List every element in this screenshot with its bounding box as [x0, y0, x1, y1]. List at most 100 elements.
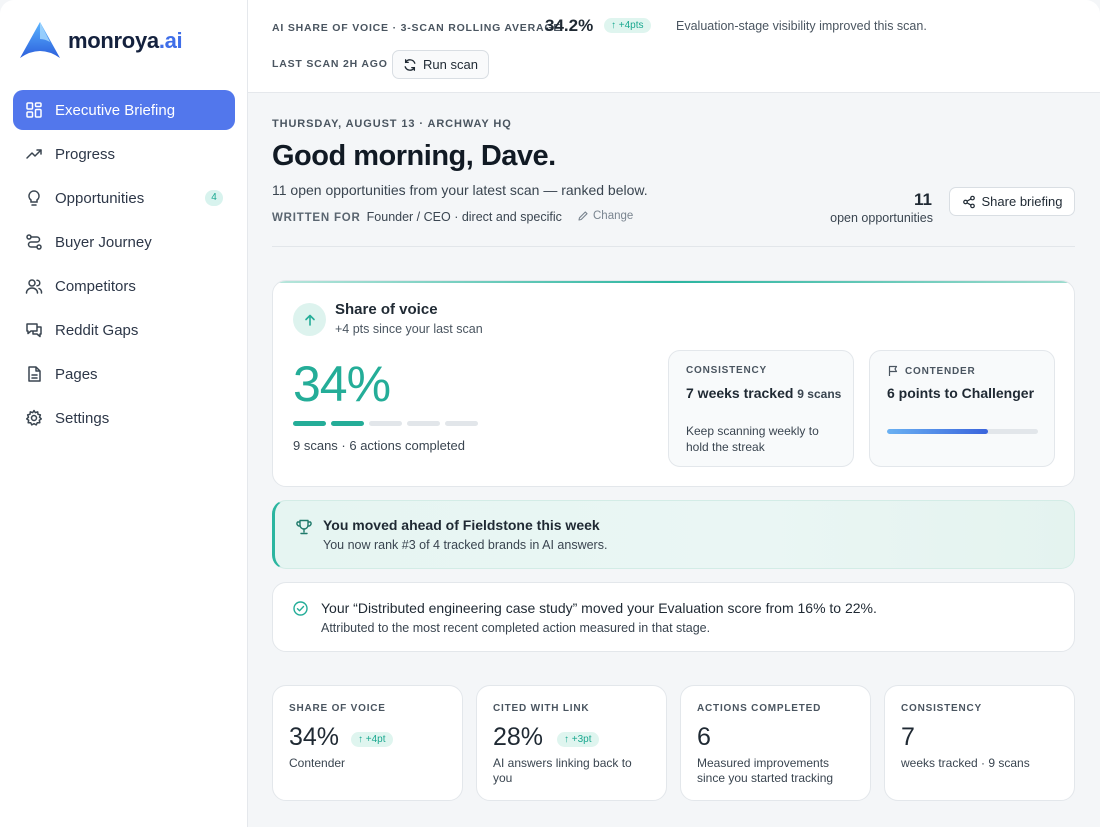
- users-icon: [25, 277, 43, 295]
- written-for-line: WRITTEN FOR Founder / CEO · direct and sp…: [272, 210, 562, 224]
- page-title: Good morning, Dave.: [272, 140, 556, 172]
- attribution-title: Your “Distributed engineering case study…: [321, 600, 877, 616]
- contender-progress-bar: [887, 429, 1038, 434]
- sov-segment: [407, 421, 440, 426]
- stat-delta-badge: ↑ +3pt: [557, 732, 599, 747]
- stat-label: SHARE OF VOICE: [289, 703, 386, 714]
- consistency-note: Keep scanning weekly to hold the streak: [686, 424, 819, 454]
- sidebar-nav: Executive Briefing Progress Opportunitie…: [13, 90, 235, 442]
- sidebar-item-reddit-gaps[interactable]: Reddit Gaps: [13, 310, 235, 350]
- sidebar-item-label: Buyer Journey: [55, 233, 152, 251]
- arrow-up-icon: ↑: [358, 734, 363, 745]
- sidebar-item-opportunities[interactable]: Opportunities 4: [13, 178, 235, 218]
- sidebar-item-label: Progress: [55, 145, 116, 163]
- refresh-icon: [404, 58, 416, 71]
- stat-card-share-of-voice: SHARE OF VOICE 34% ↑ +4pt Contender: [272, 685, 463, 801]
- stat-description: Measured improvements since you started …: [697, 756, 834, 785]
- trend-up-icon: [25, 145, 43, 163]
- brand-name: monroya.ai: [68, 28, 183, 53]
- header-divider: [272, 246, 1075, 247]
- stat-value: 28%: [493, 723, 544, 751]
- card-accent-line: [273, 281, 1074, 283]
- change-audience-link[interactable]: Change: [577, 210, 633, 222]
- sidebar-item-pages[interactable]: Pages: [13, 354, 235, 394]
- pencil-icon: [578, 211, 588, 221]
- arrow-up-icon: [293, 303, 326, 336]
- topbar: AI SHARE OF VOICE · 3-SCAN ROLLING AVERA…: [248, 0, 1100, 93]
- sidebar-item-label: Competitors: [55, 277, 136, 295]
- ranking-update-subtitle: You now rank #3 of 4 tracked brands in A…: [323, 538, 608, 552]
- stat-label: CITED WITH LINK: [493, 703, 590, 714]
- stat-description: AI answers linking back to you: [493, 756, 632, 785]
- ranking-update-card: You moved ahead of Fieldstone this week …: [272, 500, 1075, 569]
- stat-value: 34%: [289, 723, 340, 751]
- sov-segment: [369, 421, 402, 426]
- contender-label: CONTENDER: [887, 365, 976, 377]
- sidebar-item-label: Pages: [55, 365, 98, 383]
- sov-meta: 9 scans · 6 actions completed: [293, 438, 465, 453]
- page-icon: [25, 365, 43, 383]
- sov-big-value: 34%: [293, 356, 391, 412]
- lightbulb-icon: [25, 189, 43, 207]
- topbar-note: Evaluation-stage visibility improved thi…: [676, 19, 927, 33]
- sidebar-item-settings[interactable]: Settings: [13, 398, 235, 438]
- sidebar-item-competitors[interactable]: Competitors: [13, 266, 235, 306]
- stat-value: 6: [697, 723, 711, 751]
- last-scan-label: LAST SCAN 2H AGO: [272, 58, 388, 70]
- logo-mark-icon: [20, 22, 60, 58]
- sidebar: monroya.ai Executive Briefing Progress O…: [0, 0, 248, 827]
- date-location-line: THURSDAY, AUGUST 13 · ARCHWAY HQ: [272, 118, 512, 130]
- share-of-voice-card: Share of voice +4 pts since your last sc…: [272, 280, 1075, 487]
- sov-segment: [331, 421, 364, 426]
- sov-segment: [293, 421, 326, 426]
- stat-value: 7: [901, 723, 915, 751]
- audience-value: Founder / CEO · direct and specific: [366, 210, 562, 224]
- stat-card-cited-with-link: CITED WITH LINK 28% ↑ +3pt AI answers li…: [476, 685, 667, 801]
- trophy-icon: [296, 519, 312, 535]
- sidebar-item-buyer-journey[interactable]: Buyer Journey: [13, 222, 235, 262]
- open-opportunities-label: open opportunities: [830, 211, 933, 225]
- page-subtitle: 11 open opportunities from your latest s…: [272, 182, 648, 198]
- brand-logo[interactable]: monroya.ai: [16, 20, 183, 62]
- flag-icon: [888, 365, 898, 376]
- check-circle-icon: [293, 601, 308, 616]
- grid-icon: [25, 101, 43, 119]
- contender-mini-card: CONTENDER 6 points to Challenger: [869, 350, 1055, 467]
- sov-card-title: Share of voice: [335, 301, 438, 318]
- chat-icon: [25, 321, 43, 339]
- arrow-up-icon: ↑: [611, 20, 616, 31]
- stat-label: ACTIONS COMPLETED: [697, 703, 822, 714]
- sov-card-subtitle: +4 pts since your last scan: [335, 322, 483, 336]
- contender-progress-fill: [887, 429, 989, 434]
- sidebar-item-progress[interactable]: Progress: [13, 134, 235, 174]
- ranking-update-title: You moved ahead of Fieldstone this week: [323, 517, 600, 533]
- consistency-mini-card: CONSISTENCY 7 weeks tracked 9 scans Keep…: [668, 350, 854, 467]
- gear-icon: [25, 409, 43, 427]
- share-briefing-button[interactable]: Share briefing: [949, 187, 1075, 216]
- stat-card-actions-completed: ACTIONS COMPLETED 6 Measured improvement…: [680, 685, 871, 801]
- contender-title: 6 points to Challenger: [887, 385, 1035, 401]
- sov-rolling-value: 34.2%: [545, 16, 594, 35]
- stat-description: weeks tracked · 9 scans: [901, 756, 1030, 770]
- attribution-card: Your “Distributed engineering case study…: [272, 582, 1075, 652]
- sidebar-item-label: Settings: [55, 409, 110, 427]
- sidebar-item-label: Executive Briefing: [55, 101, 176, 119]
- stat-description: Contender: [289, 756, 346, 770]
- share-icon: [962, 195, 975, 208]
- sidebar-item-label: Opportunities: [55, 189, 145, 207]
- sov-rolling-label: AI SHARE OF VOICE · 3-SCAN ROLLING AVERA…: [272, 22, 562, 34]
- run-scan-button[interactable]: Run scan: [392, 50, 489, 79]
- attribution-subtitle: Attributed to the most recent completed …: [321, 621, 711, 635]
- open-opportunities-count: 11: [914, 190, 932, 209]
- route-icon: [25, 233, 43, 251]
- consistency-title: 7 weeks tracked 9 scans: [686, 385, 842, 401]
- consistency-label: CONSISTENCY: [686, 365, 768, 376]
- stat-label: CONSISTENCY: [901, 703, 983, 714]
- opportunities-count-badge: 4: [205, 190, 223, 206]
- sov-delta-badge: ↑ +4pts: [604, 18, 651, 33]
- stat-delta-badge: ↑ +4pt: [351, 732, 393, 747]
- sidebar-item-executive-briefing[interactable]: Executive Briefing: [13, 90, 235, 130]
- sov-segment-meter: [293, 421, 483, 426]
- stat-card-consistency: CONSISTENCY 7 weeks tracked · 9 scans: [884, 685, 1075, 801]
- sidebar-item-label: Reddit Gaps: [55, 321, 139, 339]
